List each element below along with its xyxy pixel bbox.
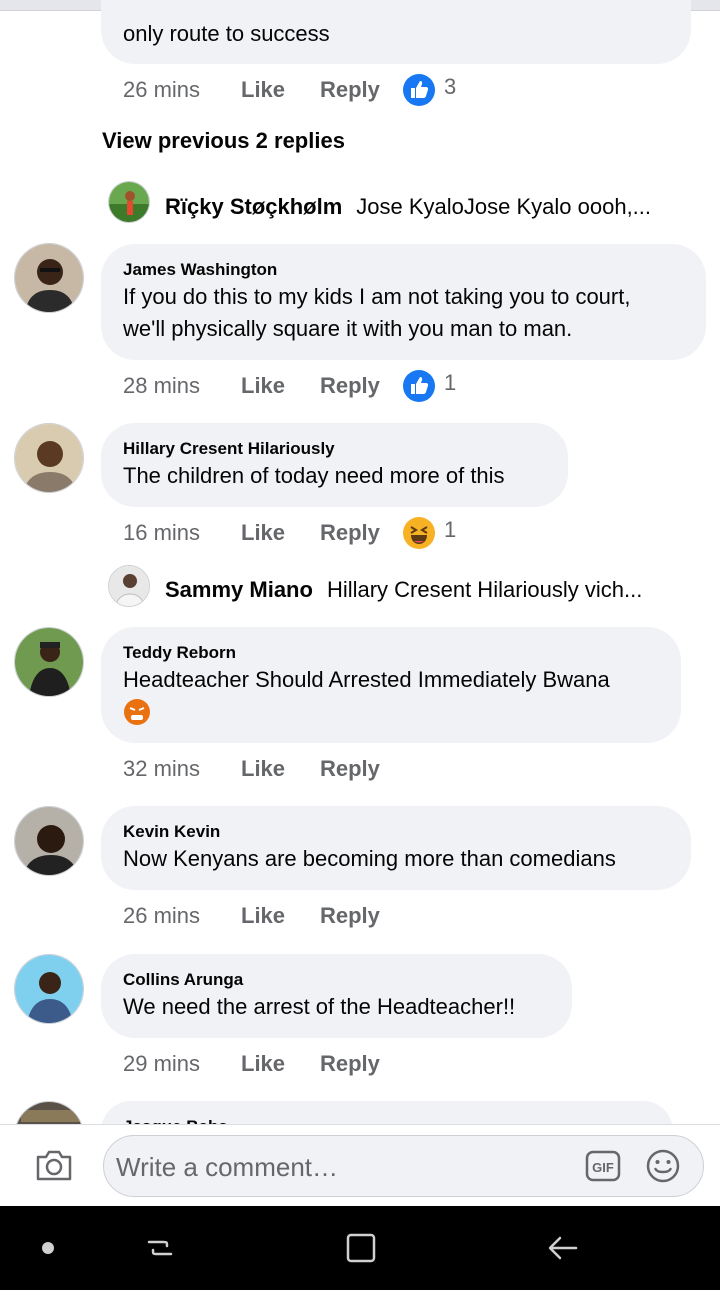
home-icon[interactable] [344, 1231, 378, 1265]
comment-input[interactable]: Write a comment… GIF [103, 1135, 704, 1197]
comment-author[interactable]: Collins Arunga [123, 969, 550, 991]
comment-bubble: Collins Arunga We need the arrest of the… [101, 954, 572, 1038]
comment-placeholder: Write a comment… [116, 1152, 339, 1182]
comment-meta: 28 mins Like Reply 1 [123, 369, 456, 403]
emoji-icon[interactable] [645, 1148, 681, 1184]
reply-snippet: Jose KyaloJose Kyalo oooh,... [356, 194, 652, 219]
camera-icon[interactable] [34, 1145, 74, 1185]
comment-text: We need the arrest of the Headteacher!! [123, 994, 516, 1019]
like-button[interactable]: Like [241, 1051, 320, 1077]
comment-text: The children of today need more of this [123, 463, 505, 488]
angry-emoji-icon [123, 698, 659, 731]
comment-author[interactable]: Teddy Reborn [123, 642, 659, 664]
reply-preview[interactable]: Sammy Miano Hillary Cresent Hilariously … [165, 568, 685, 612]
reaction-count: 3 [444, 74, 457, 99]
like-button[interactable]: Like [241, 756, 320, 782]
like-button[interactable]: Like [241, 903, 320, 929]
reply-author[interactable]: Rïçky Støçkhølm [165, 194, 342, 220]
comment-time: 28 mins [123, 373, 201, 398]
reply-button[interactable]: Reply [320, 1051, 402, 1077]
back-icon[interactable] [546, 1231, 580, 1265]
reply-snippet: Hillary Cresent Hilariously vich... [326, 577, 643, 602]
comment-bubble: James Washington If you do this to my ki… [101, 244, 706, 360]
comment-bubble: Teddy Reborn Headteacher Should Arrested… [101, 627, 681, 743]
reaction-summary[interactable]: 1 [402, 369, 456, 403]
avatar[interactable] [108, 181, 150, 223]
keyboard-dot-icon[interactable] [42, 1242, 54, 1254]
avatar[interactable] [14, 954, 84, 1024]
comment-text: we'll physically square it with you man … [123, 316, 573, 341]
comment-meta: 26 mins Like Reply [123, 899, 402, 933]
reaction-count: 1 [444, 517, 457, 542]
reply-button[interactable]: Reply [320, 77, 402, 103]
comment-composer: Write a comment… GIF [0, 1124, 720, 1206]
like-button[interactable]: Like [241, 520, 320, 546]
comment-bubble: only route to success [101, 0, 691, 64]
svg-text:GIF: GIF [592, 1160, 614, 1175]
reaction-count: 1 [444, 370, 457, 395]
like-icon [403, 370, 435, 402]
avatar[interactable] [14, 243, 84, 313]
reply-button[interactable]: Reply [320, 756, 402, 782]
reply-button[interactable]: Reply [320, 520, 402, 546]
comment-meta: 16 mins Like Reply 1 [123, 516, 456, 550]
avatar[interactable] [14, 806, 84, 876]
reply-preview[interactable]: Rïçky Støçkhølm Jose KyaloJose Kyalo ooo… [165, 185, 685, 229]
comment-bubble: Hillary Cresent Hilariously The children… [101, 423, 568, 507]
comment-time: 16 mins [123, 520, 201, 545]
recent-apps-icon[interactable] [143, 1231, 177, 1265]
comment-time: 32 mins [123, 756, 201, 781]
comment-time: 26 mins [123, 903, 201, 928]
reply-button[interactable]: Reply [320, 903, 402, 929]
comment-text: Headteacher Should Arrested Immediately … [123, 667, 610, 692]
view-previous-replies[interactable]: View previous 2 replies [102, 128, 345, 154]
comment-text: Now Kenyans are becoming more than comed… [123, 846, 616, 871]
gif-icon[interactable]: GIF [585, 1150, 621, 1182]
system-navigation-bar [0, 1206, 720, 1290]
avatar[interactable] [14, 423, 84, 493]
reply-button[interactable]: Reply [320, 373, 402, 399]
comment-time: 26 mins [123, 77, 201, 102]
comment-author[interactable]: James Washington [123, 259, 684, 281]
reaction-summary[interactable]: 1 [402, 516, 456, 550]
comment-author[interactable]: Kevin Kevin [123, 821, 669, 843]
comment-time: 29 mins [123, 1051, 201, 1076]
comment-meta: 29 mins Like Reply [123, 1047, 402, 1081]
comment-text: only route to success [123, 21, 330, 46]
reply-author[interactable]: Sammy Miano [165, 577, 313, 603]
like-button[interactable]: Like [241, 77, 320, 103]
comment-text: If you do this to my kids I am not takin… [123, 284, 631, 309]
like-button[interactable]: Like [241, 373, 320, 399]
comment-meta: 26 mins Like Reply 3 [123, 73, 456, 107]
avatar[interactable] [108, 565, 150, 607]
comment-author[interactable]: Hillary Cresent Hilariously [123, 438, 546, 460]
reaction-summary[interactable]: 3 [402, 73, 456, 107]
comment-meta: 32 mins Like Reply [123, 752, 402, 786]
haha-icon [403, 517, 435, 549]
like-icon [403, 74, 435, 106]
avatar[interactable] [14, 627, 84, 697]
comment-bubble: Kevin Kevin Now Kenyans are becoming mor… [101, 806, 691, 890]
